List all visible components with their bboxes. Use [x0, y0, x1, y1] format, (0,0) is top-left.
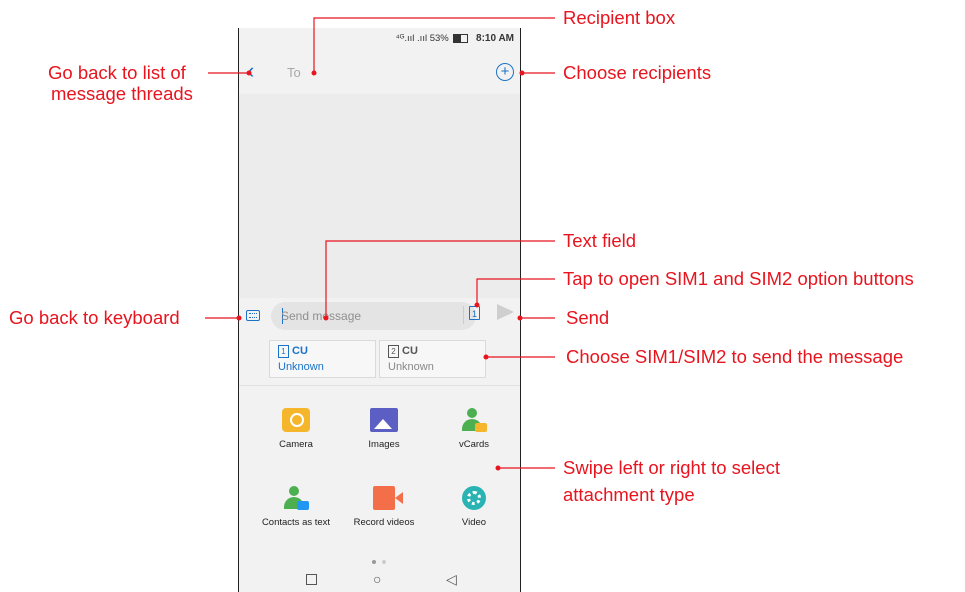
annotation-text-field: Text field — [563, 230, 637, 251]
annotation-choose-sim: Choose SIM1/SIM2 to send the message — [566, 346, 904, 367]
annotation-recipient-box: Recipient box — [563, 7, 676, 28]
annotation-choose-recipients: Choose recipients — [563, 62, 712, 83]
annotation-go-back-list-2: message threads — [51, 83, 193, 104]
annotation-go-back-list-1: Go back to list of — [48, 62, 186, 83]
annotation-swipe-2: attachment type — [563, 484, 695, 505]
annotation-sim-option: Tap to open SIM1 and SIM2 option buttons — [563, 268, 914, 289]
annotation-swipe-1: Swipe left or right to select — [563, 457, 780, 478]
annotation-go-back-keyboard: Go back to keyboard — [9, 307, 180, 328]
annotation-send: Send — [566, 307, 610, 328]
